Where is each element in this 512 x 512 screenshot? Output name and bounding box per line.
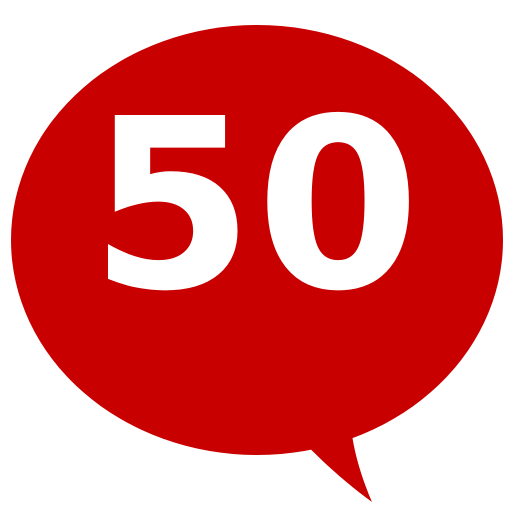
app-icon: 50 [0, 0, 512, 512]
logo-number: 50 [89, 68, 423, 343]
